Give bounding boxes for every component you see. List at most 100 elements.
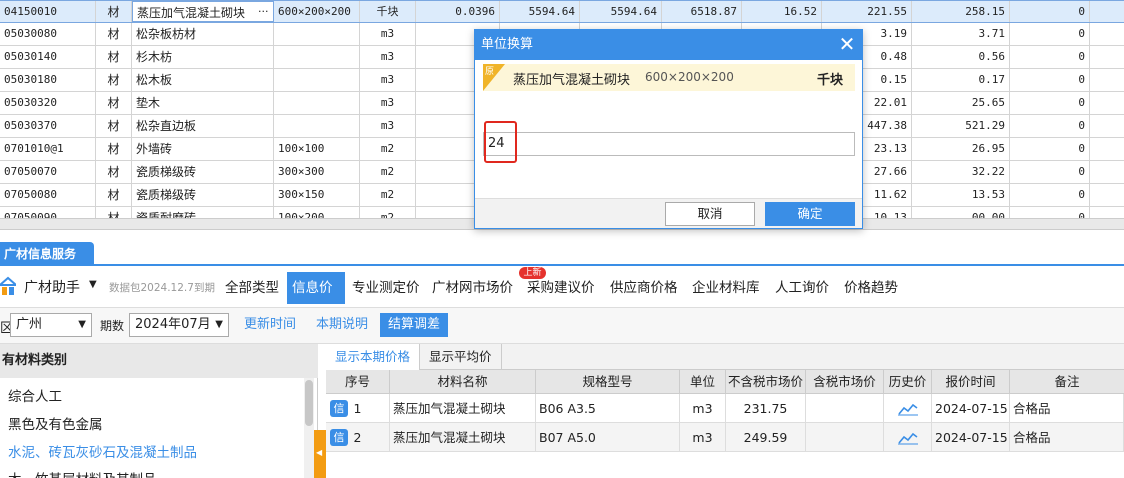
tab-professional-price[interactable]: 专业测定价 bbox=[348, 272, 424, 304]
grid-cell-c8[interactable]: 6518.87 bbox=[662, 1, 742, 22]
grid-cell-code[interactable]: 05030080 bbox=[0, 23, 96, 45]
grid-cell-unit[interactable]: m2 bbox=[360, 184, 416, 206]
grid-cell-unit[interactable]: m3 bbox=[360, 69, 416, 91]
grid-cell-c5[interactable]: 0.0396 bbox=[416, 1, 500, 22]
collapse-handle[interactable]: ◀ bbox=[314, 430, 326, 478]
grid-cell-name[interactable]: 垫木 bbox=[132, 92, 274, 114]
conversion-input[interactable]: 24 bbox=[483, 132, 855, 156]
tab-all-types[interactable]: 全部类型 bbox=[221, 272, 283, 304]
settle-adjust-button[interactable]: 结算调差 bbox=[380, 313, 449, 337]
grid-cell-name[interactable]: 杉木枋 bbox=[132, 46, 274, 68]
grid-cell-c7[interactable]: 5594.64 bbox=[580, 1, 662, 22]
grid-cell-type[interactable]: 材 bbox=[96, 46, 132, 68]
tab-enterprise-library[interactable]: 企业材料库 bbox=[688, 272, 764, 304]
grid-cell-code[interactable]: 05030320 bbox=[0, 92, 96, 114]
grid-cell-type[interactable]: 材 bbox=[96, 23, 132, 45]
update-time-button[interactable]: 更新时间 bbox=[236, 313, 304, 337]
tab-labor-inquiry[interactable]: 人工询价 bbox=[771, 272, 833, 304]
grid-row[interactable]: 04150010 材蒸压加气混凝土砌块 600×200×200 千块 0.0396 559… bbox=[0, 0, 1124, 23]
trend-chart-icon[interactable] bbox=[897, 402, 918, 416]
tab-price-trend[interactable]: 价格趋势 bbox=[840, 272, 902, 304]
grid-cell-unit[interactable]: m2 bbox=[360, 138, 416, 160]
grid-cell-type[interactable]: 材 bbox=[96, 115, 132, 137]
grid-cell-code[interactable]: 0701010@1 bbox=[0, 138, 96, 160]
grid-cell-spec[interactable]: 100×100 bbox=[274, 138, 360, 160]
grid-cell-spec[interactable]: 100×200 bbox=[274, 207, 360, 218]
panel-tab-title[interactable]: 广材信息服务 bbox=[0, 242, 94, 266]
grid-cell-spec[interactable]: 300×300 bbox=[274, 161, 360, 183]
tab-supplier-price[interactable]: 供应商价格 bbox=[606, 272, 682, 304]
period-select[interactable]: 2024年07月 ▼ bbox=[129, 313, 229, 337]
grid-cell-c11[interactable]: 25.65 bbox=[912, 92, 1010, 114]
grid-cell-name[interactable]: 松杂板枋材 bbox=[132, 23, 274, 45]
tree-item[interactable]: 综合人工 bbox=[8, 385, 62, 405]
tab-info-price[interactable]: 信息价 bbox=[287, 272, 345, 304]
grid-cell-c6[interactable]: 5594.64 bbox=[500, 1, 580, 22]
close-icon[interactable]: ✕ bbox=[835, 32, 859, 58]
grid-cell-c12[interactable]: 0 bbox=[1010, 1, 1090, 22]
grid-cell-c11[interactable]: 26.95 bbox=[912, 138, 1010, 160]
ellipsis-button[interactable]: ··· bbox=[258, 1, 269, 23]
grid-cell-c12[interactable]: 0 bbox=[1010, 23, 1090, 45]
grid-cell-spec[interactable] bbox=[274, 46, 360, 68]
trend-chart-icon[interactable] bbox=[897, 431, 918, 445]
tree-scroll-thumb[interactable] bbox=[305, 380, 313, 426]
tree-item[interactable]: 黑色及有色金属 bbox=[8, 413, 103, 433]
grid-cell-spec[interactable]: 600×200×200 bbox=[274, 1, 360, 22]
grid-cell-name[interactable]: 松杂直边板 bbox=[132, 115, 274, 137]
period-note-button[interactable]: 本期说明 bbox=[308, 313, 376, 337]
grid-cell-c11[interactable]: 0.56 bbox=[912, 46, 1010, 68]
grid-cell-unit[interactable]: m2 bbox=[360, 161, 416, 183]
grid-cell-name[interactable]: 外墙砖 bbox=[132, 138, 274, 160]
grid-cell-unit[interactable]: m2 bbox=[360, 207, 416, 218]
grid-cell-unit[interactable]: m3 bbox=[360, 23, 416, 45]
grid-cell-code[interactable]: 05030370 bbox=[0, 115, 96, 137]
tab-current-price[interactable]: 显示本期价格 bbox=[326, 344, 421, 370]
cancel-button[interactable]: 取消 bbox=[665, 202, 755, 226]
grid-cell-unit[interactable]: m3 bbox=[360, 92, 416, 114]
grid-cell-unit[interactable]: 千块 bbox=[360, 1, 416, 22]
tree-item[interactable]: 木、竹基层材料及其制品 bbox=[8, 468, 157, 478]
grid-cell-c12[interactable]: 0 bbox=[1010, 207, 1090, 218]
grid-cell-c11[interactable]: 521.29 bbox=[912, 115, 1010, 137]
grid-cell-c12[interactable]: 0 bbox=[1010, 115, 1090, 137]
grid-cell-c12[interactable]: 0 bbox=[1010, 69, 1090, 91]
grid-cell-c12[interactable]: 0 bbox=[1010, 161, 1090, 183]
grid-cell-type[interactable]: 材 bbox=[96, 161, 132, 183]
table-row[interactable]: 2 蒸压加气混凝土砌块 B07 A5.0 m3 249.59 2024-07-15 合格品信 bbox=[326, 423, 1124, 452]
table-row[interactable]: 1 蒸压加气混凝土砌块 B06 A3.5 m3 231.75 2024-07-15 合格品信 bbox=[326, 394, 1124, 423]
grid-cell-name[interactable]: 瓷质梯级砖 bbox=[132, 161, 274, 183]
grid-cell-c11[interactable]: 3.71 bbox=[912, 23, 1010, 45]
grid-cell-code[interactable]: 05030180 bbox=[0, 69, 96, 91]
grid-cell-c12[interactable]: 0 bbox=[1010, 46, 1090, 68]
grid-cell-c9[interactable]: 16.52 bbox=[742, 1, 822, 22]
region-select[interactable]: 广州 ▼ bbox=[10, 313, 92, 337]
tab-market-price[interactable]: 广材网市场价 bbox=[428, 272, 517, 304]
grid-cell-type[interactable]: 材 bbox=[96, 1, 132, 22]
grid-cell-code[interactable]: 07050070 bbox=[0, 161, 96, 183]
grid-cell-name[interactable]: 蒸压加气混凝土砌块 bbox=[132, 1, 274, 22]
grid-cell-c11[interactable]: 32.22 bbox=[912, 161, 1010, 183]
grid-cell-code[interactable]: 07050080 bbox=[0, 184, 96, 206]
grid-cell-c11[interactable]: 13.53 bbox=[912, 184, 1010, 206]
grid-cell-c12[interactable]: 0 bbox=[1010, 184, 1090, 206]
tab-average-price[interactable]: 显示平均价 bbox=[420, 344, 502, 370]
grid-cell-name[interactable]: 瓷质梯级砖 bbox=[132, 184, 274, 206]
grid-cell-c12[interactable]: 0 bbox=[1010, 92, 1090, 114]
grid-cell-spec[interactable] bbox=[274, 115, 360, 137]
grid-cell-spec[interactable] bbox=[274, 23, 360, 45]
grid-cell-spec[interactable] bbox=[274, 69, 360, 91]
grid-cell-c11[interactable]: 00.00 bbox=[912, 207, 1010, 218]
grid-cell-type[interactable]: 材 bbox=[96, 138, 132, 160]
grid-cell-code[interactable]: 07050090 bbox=[0, 207, 96, 218]
grid-cell-name[interactable]: 松木板 bbox=[132, 69, 274, 91]
grid-cell-unit[interactable]: m3 bbox=[360, 115, 416, 137]
grid-cell-type[interactable]: 材 bbox=[96, 92, 132, 114]
grid-cell-type[interactable]: 材 bbox=[96, 69, 132, 91]
chevron-down-icon[interactable]: ▼ bbox=[89, 279, 97, 290]
grid-cell-name[interactable]: 瓷质耐磨砖 bbox=[132, 207, 274, 218]
assistant-label[interactable]: 广材助手 bbox=[24, 277, 80, 297]
grid-cell-spec[interactable] bbox=[274, 92, 360, 114]
grid-cell-code[interactable]: 04150010 bbox=[0, 1, 96, 22]
grid-cell-c12[interactable]: 0 bbox=[1010, 138, 1090, 160]
